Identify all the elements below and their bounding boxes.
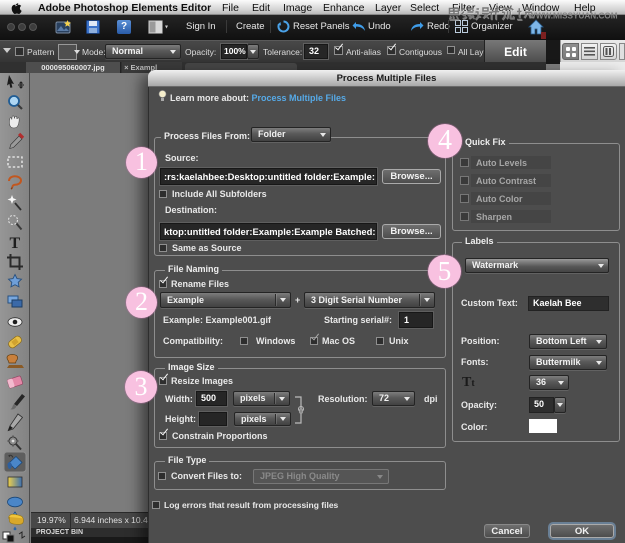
svg-text:T: T: [10, 235, 21, 252]
svg-text:WWW.MISSYUAN.COM: WWW.MISSYUAN.COM: [528, 12, 618, 21]
